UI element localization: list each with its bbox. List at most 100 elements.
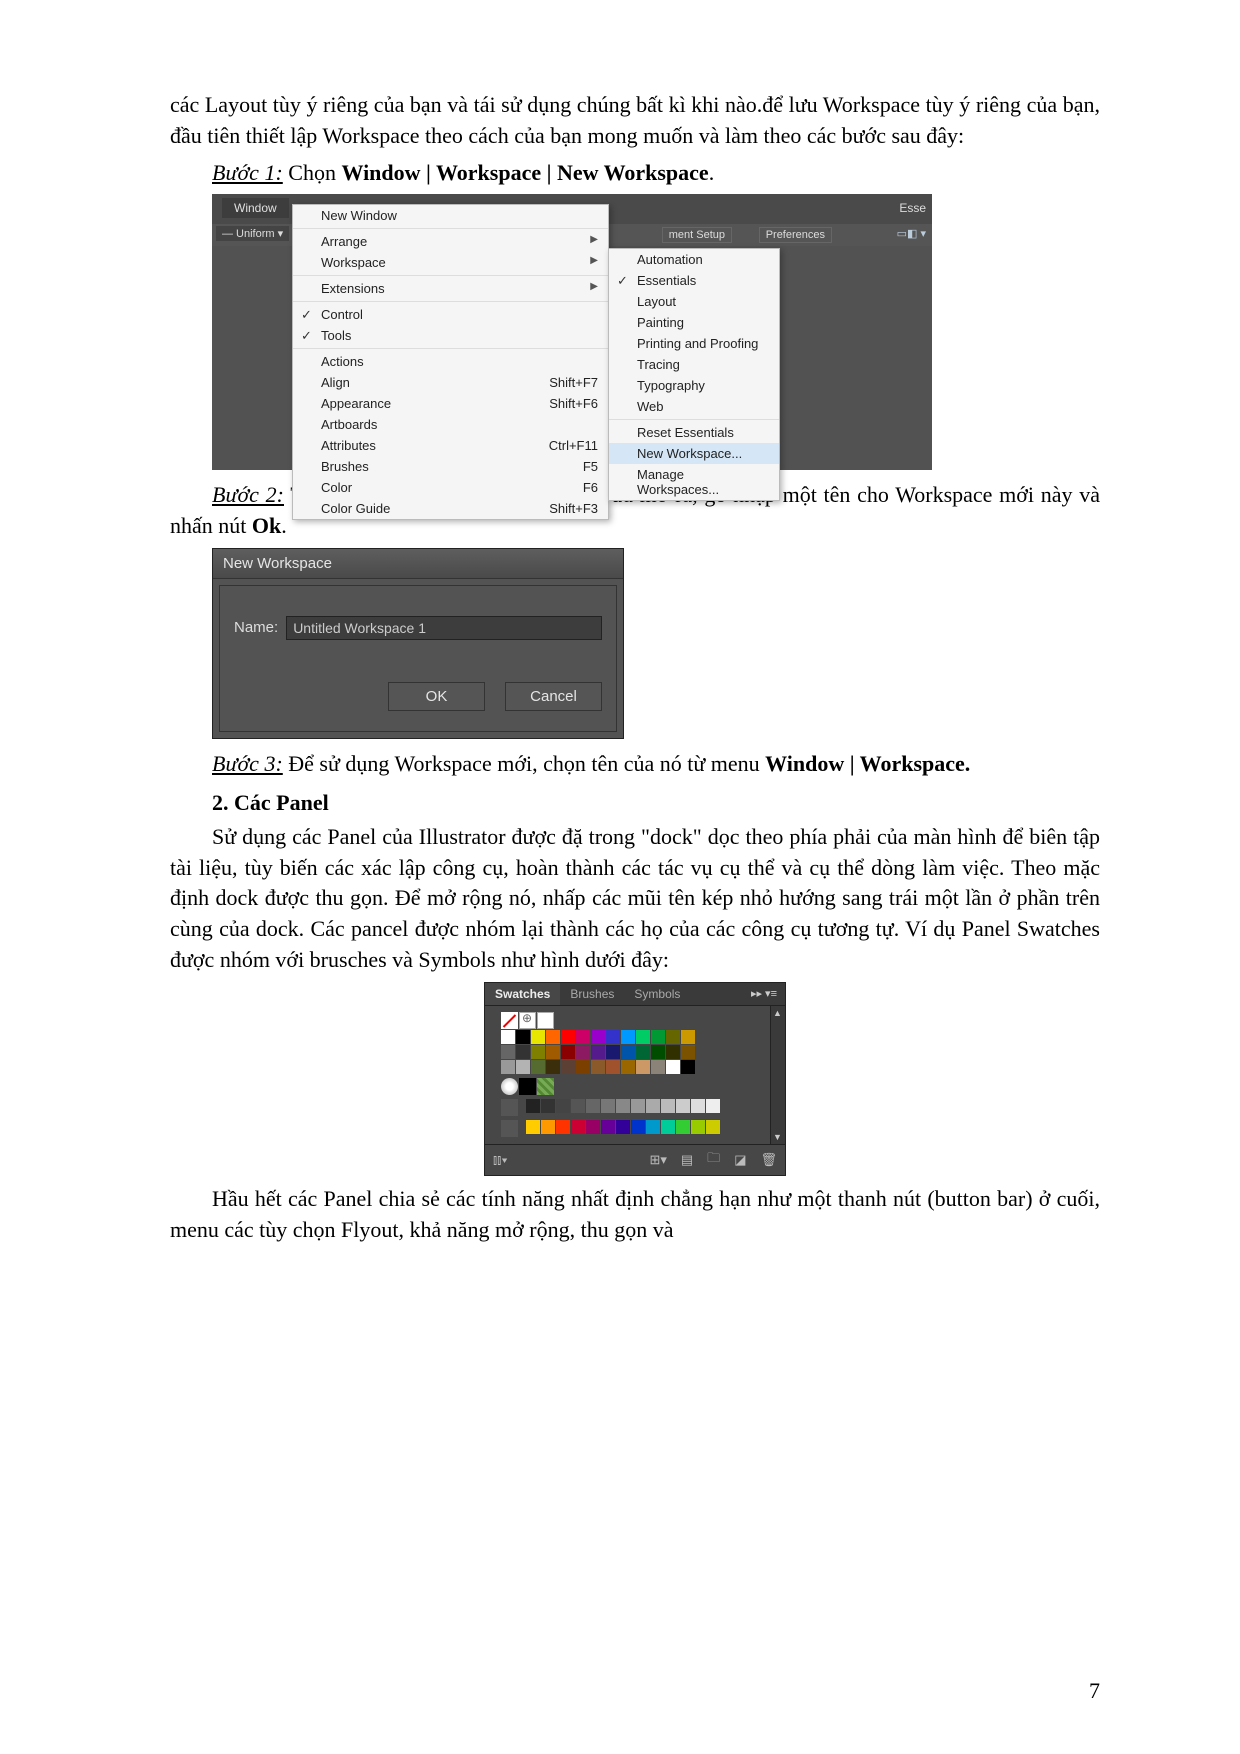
swatch-color[interactable] xyxy=(636,1045,650,1059)
swatch-color[interactable] xyxy=(636,1060,650,1074)
swatch-gray[interactable] xyxy=(586,1099,600,1113)
menu-attributes[interactable]: AttributesCtrl+F11 xyxy=(293,435,608,456)
swatch-color[interactable] xyxy=(606,1045,620,1059)
swatch-color[interactable] xyxy=(621,1030,635,1044)
panel-scrollbar[interactable]: ▲ ▼ xyxy=(770,1006,785,1144)
swatch-color[interactable] xyxy=(666,1045,680,1059)
swatch-none[interactable] xyxy=(501,1012,518,1029)
swatch-color[interactable] xyxy=(661,1120,675,1134)
workspace-name-input[interactable] xyxy=(286,616,602,640)
swatch-gray[interactable] xyxy=(691,1099,705,1113)
swatch-color[interactable] xyxy=(681,1045,695,1059)
swatch-gray[interactable] xyxy=(571,1099,585,1113)
swatch-gray[interactable] xyxy=(631,1099,645,1113)
ok-button[interactable]: OK xyxy=(388,682,485,711)
submenu-essentials[interactable]: ✓Essentials xyxy=(609,270,779,291)
menu-arrange[interactable]: Arrange▶ xyxy=(293,231,608,252)
swatch-color[interactable] xyxy=(561,1060,575,1074)
submenu-tracing[interactable]: Tracing xyxy=(609,354,779,375)
scroll-down-icon[interactable]: ▼ xyxy=(773,1132,782,1142)
swatch-black[interactable] xyxy=(519,1078,536,1095)
swatch-color[interactable] xyxy=(651,1030,665,1044)
stroke-uniform-dropdown[interactable]: — Uniform ▾ xyxy=(216,226,289,241)
swatch-color[interactable] xyxy=(516,1060,530,1074)
swatch-gray[interactable] xyxy=(541,1099,555,1113)
new-swatch-icon[interactable]: ◪ xyxy=(734,1152,746,1168)
workspace-switch-label[interactable]: Esse xyxy=(899,201,926,215)
swatch-color[interactable] xyxy=(676,1120,690,1134)
swatch-color[interactable] xyxy=(601,1120,615,1134)
new-color-group-icon[interactable]: 🗀 xyxy=(707,1149,720,1171)
swatch-color[interactable] xyxy=(631,1120,645,1134)
swatch-color[interactable] xyxy=(546,1060,560,1074)
swatch-color[interactable] xyxy=(651,1045,665,1059)
swatch-color[interactable] xyxy=(556,1120,570,1134)
scroll-up-icon[interactable]: ▲ xyxy=(773,1008,782,1018)
swatch-color[interactable] xyxy=(646,1120,660,1134)
swatch-color[interactable] xyxy=(651,1060,665,1074)
swatch-color[interactable] xyxy=(576,1045,590,1059)
swatch-color[interactable] xyxy=(591,1045,605,1059)
swatch-color[interactable] xyxy=(636,1030,650,1044)
swatch-color[interactable] xyxy=(606,1030,620,1044)
swatch-color[interactable] xyxy=(531,1045,545,1059)
submenu-layout[interactable]: Layout xyxy=(609,291,779,312)
swatch-color[interactable] xyxy=(616,1120,630,1134)
swatch-color[interactable] xyxy=(546,1045,560,1059)
swatch-color[interactable] xyxy=(591,1030,605,1044)
submenu-typography[interactable]: Typography xyxy=(609,375,779,396)
swatch-options-icon[interactable]: ▤ xyxy=(681,1152,693,1168)
swatch-color[interactable] xyxy=(591,1060,605,1074)
swatch-registration[interactable]: ⊕ xyxy=(519,1012,536,1029)
swatch-color[interactable] xyxy=(501,1030,515,1044)
swatch-color[interactable] xyxy=(576,1060,590,1074)
swatch-gray[interactable] xyxy=(646,1099,660,1113)
swatch-color[interactable] xyxy=(516,1030,530,1044)
options-bar-icons[interactable]: ▭◧ ▾ xyxy=(897,227,926,240)
tab-brushes[interactable]: Brushes xyxy=(560,983,624,1005)
menu-actions[interactable]: Actions xyxy=(293,351,608,372)
swatch-color[interactable] xyxy=(516,1045,530,1059)
swatch-color[interactable] xyxy=(576,1030,590,1044)
swatch-gradient-radial[interactable] xyxy=(501,1078,518,1095)
menu-tools[interactable]: ✓Tools xyxy=(293,325,608,346)
swatch-folder-icon[interactable] xyxy=(501,1099,518,1116)
swatch-pattern[interactable] xyxy=(537,1078,554,1095)
cancel-button[interactable]: Cancel xyxy=(505,682,602,711)
swatch-color[interactable] xyxy=(546,1030,560,1044)
swatch-color[interactable] xyxy=(606,1060,620,1074)
swatch-color[interactable] xyxy=(666,1030,680,1044)
swatch-libraries-icon[interactable]: ⫾⫾▾ xyxy=(493,1152,508,1168)
swatch-color[interactable] xyxy=(691,1120,705,1134)
swatch-color[interactable] xyxy=(501,1045,515,1059)
window-menu-button[interactable]: Window xyxy=(222,198,289,218)
swatch-color[interactable] xyxy=(561,1030,575,1044)
tab-symbols[interactable]: Symbols xyxy=(624,983,690,1005)
swatch-color[interactable] xyxy=(621,1060,635,1074)
submenu-printing[interactable]: Printing and Proofing xyxy=(609,333,779,354)
panel-flyout-icons[interactable]: ▸▸ ▾≡ xyxy=(743,987,785,1000)
menu-control[interactable]: ✓Control xyxy=(293,304,608,325)
submenu-web[interactable]: Web xyxy=(609,396,779,417)
swatch-color[interactable] xyxy=(571,1120,585,1134)
menu-color[interactable]: ColorF6 xyxy=(293,477,608,498)
swatch-folder-icon[interactable] xyxy=(501,1120,518,1137)
swatch-color[interactable] xyxy=(531,1060,545,1074)
swatch-gray[interactable] xyxy=(661,1099,675,1113)
menu-appearance[interactable]: AppearanceShift+F6 xyxy=(293,393,608,414)
swatch-color[interactable] xyxy=(681,1030,695,1044)
swatch-gray[interactable] xyxy=(676,1099,690,1113)
tab-swatches[interactable]: Swatches xyxy=(485,983,560,1005)
menu-artboards[interactable]: Artboards xyxy=(293,414,608,435)
menu-workspace[interactable]: Workspace▶ xyxy=(293,252,608,273)
swatch-color[interactable] xyxy=(526,1120,540,1134)
swatch-gray[interactable] xyxy=(706,1099,720,1113)
menu-align[interactable]: AlignShift+F7 xyxy=(293,372,608,393)
menu-brushes[interactable]: BrushesF5 xyxy=(293,456,608,477)
submenu-automation[interactable]: Automation xyxy=(609,249,779,270)
swatch-color[interactable] xyxy=(706,1120,720,1134)
delete-swatch-icon[interactable]: 🗑 xyxy=(760,1152,777,1168)
swatch-gray[interactable] xyxy=(616,1099,630,1113)
swatch-white[interactable] xyxy=(537,1012,554,1029)
show-swatch-kinds-icon[interactable]: ⊞▾ xyxy=(649,1152,666,1168)
